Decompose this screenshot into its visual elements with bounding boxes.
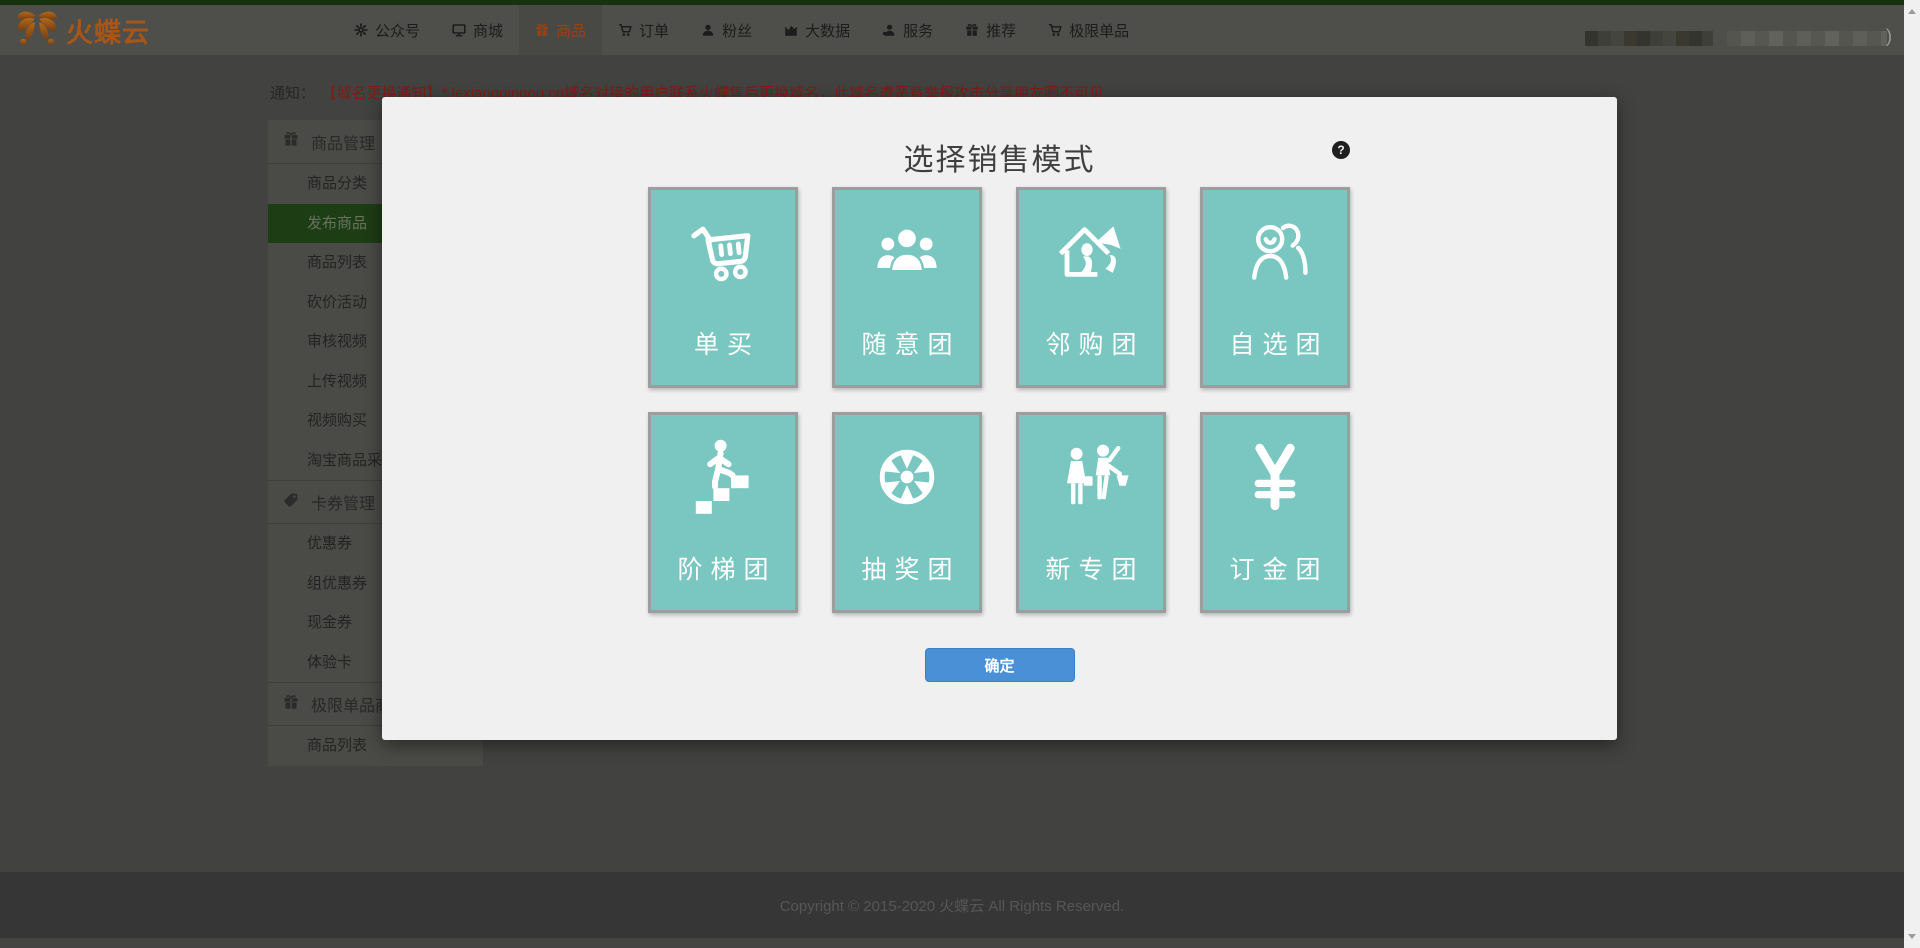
- tile-label: 订金团: [1229, 556, 1329, 584]
- scroll-down-icon[interactable]: [1908, 934, 1916, 939]
- nav-menu: 公众号 商城 商品 订单 粉丝 大数据 服务 推荐 极限单品: [338, 5, 1145, 55]
- sale-mode-modal: 选择销售模式 ? 单买 随意团 邻购团 自选团 阶梯团 抽奖团 新专团 订金团 …: [382, 97, 1617, 740]
- tag-icon: [283, 492, 299, 513]
- gift-icon: [965, 23, 979, 37]
- gift-icon: [283, 694, 299, 715]
- yuan-sign-icon: [1235, 437, 1315, 517]
- footer: Copyright © 2015-2020 火蝶云 All Rights Res…: [0, 872, 1904, 938]
- user-suffix: ): [1886, 26, 1892, 46]
- people-outline-icon: [1235, 212, 1315, 292]
- tile-neighbor-group[interactable]: 邻购团: [1016, 187, 1166, 388]
- tile-lottery-group[interactable]: 抽奖团: [832, 412, 982, 613]
- gear-icon: [354, 23, 368, 37]
- nav-item-services[interactable]: 服务: [866, 5, 949, 55]
- nav-item-orders[interactable]: 订单: [602, 5, 685, 55]
- cart-icon: [618, 23, 632, 37]
- user-icon: [701, 23, 715, 37]
- stairs-person-icon: [683, 437, 763, 517]
- nav-item-recommend[interactable]: 推荐: [949, 5, 1032, 55]
- tile-label: 抽奖团: [861, 556, 961, 584]
- logo-text: 火蝶云: [66, 17, 150, 48]
- tile-label: 新专团: [1045, 556, 1145, 584]
- tile-deposit-group[interactable]: 订金团: [1200, 412, 1350, 613]
- prize-wheel-icon: [867, 437, 947, 517]
- confirm-button[interactable]: 确定: [924, 648, 1075, 682]
- nav-item-products[interactable]: 商品: [519, 5, 603, 55]
- nav-item-big-data[interactable]: 大数据: [768, 5, 866, 55]
- nav-item-mall[interactable]: 商城: [436, 5, 519, 55]
- copyright-text: Copyright © 2015-2020 火蝶云 All Rights Res…: [779, 897, 1125, 915]
- tile-label: 随意团: [861, 331, 961, 359]
- bottom-strip: [0, 938, 1904, 948]
- tile-casual-group[interactable]: 随意团: [832, 187, 982, 388]
- scroll-up-icon[interactable]: [1908, 9, 1916, 14]
- gift-icon: [535, 23, 549, 37]
- people-group-icon: [867, 212, 947, 292]
- butterfly-logo-icon: [14, 8, 60, 53]
- question-circle-icon[interactable]: ?: [1332, 141, 1350, 159]
- tile-label: 阶梯团: [677, 556, 777, 584]
- logo[interactable]: 火蝶云: [14, 5, 150, 55]
- top-navbar: 火蝶云 公众号 商城 商品 订单 粉丝 大数据 服务 推荐 极限单品): [0, 5, 1904, 55]
- nav-item-official-account[interactable]: 公众号: [338, 5, 436, 55]
- redacted-user-name: [1727, 31, 1887, 46]
- tile-self-select-group[interactable]: 自选团: [1200, 187, 1350, 388]
- cart-icon: [1048, 23, 1062, 37]
- notice-label: 通知：: [270, 85, 316, 102]
- gift-icon: [283, 131, 299, 152]
- redacted-user-info: [1585, 31, 1713, 46]
- tile-label: 邻购团: [1045, 331, 1145, 359]
- nav-item-fans[interactable]: 粉丝: [685, 5, 768, 55]
- nav-item-limit-items[interactable]: 极限单品: [1032, 5, 1145, 55]
- sale-mode-grid: 单买 随意团 邻购团 自选团 阶梯团 抽奖团 新专团 订金团: [648, 187, 1350, 613]
- tile-ladder-group[interactable]: 阶梯团: [648, 412, 798, 613]
- house-group-icon: [1051, 212, 1131, 292]
- tile-label: 自选团: [1229, 331, 1329, 359]
- monitor-icon: [452, 23, 466, 37]
- shopping-cart-icon: [683, 212, 763, 292]
- tile-single-buy[interactable]: 单买: [648, 187, 798, 388]
- tile-label: 单买: [693, 331, 760, 359]
- service-user-icon: [882, 23, 896, 37]
- chart-icon: [784, 23, 798, 37]
- tile-new-special-group[interactable]: 新专团: [1016, 412, 1166, 613]
- shoppers-icon: [1051, 437, 1131, 517]
- page-scrollbar[interactable]: [1904, 0, 1920, 948]
- modal-title: 选择销售模式: [903, 144, 1096, 177]
